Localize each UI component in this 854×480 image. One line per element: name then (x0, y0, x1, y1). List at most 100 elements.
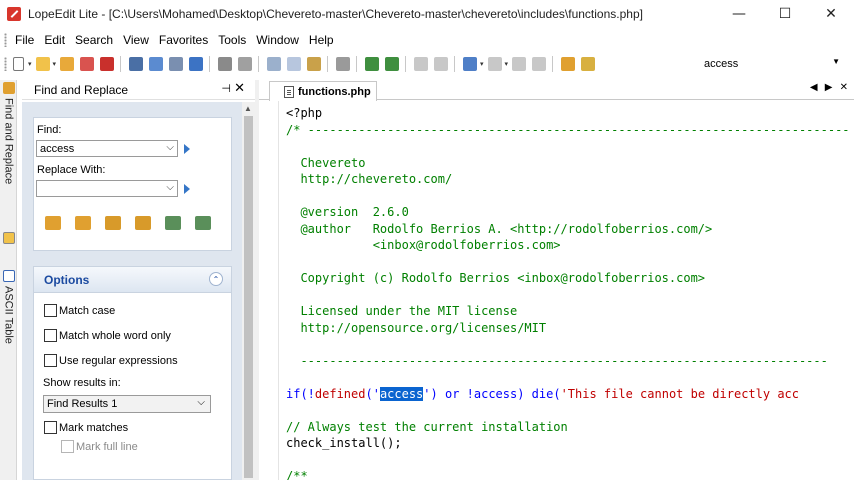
close-window-button[interactable]: ✕ (808, 0, 854, 28)
menu-search[interactable]: Search (75, 33, 113, 47)
replace-input[interactable]: ⌵ (36, 180, 178, 197)
clear-bookmarks-icon[interactable] (530, 55, 548, 73)
quick-search-value[interactable]: access (704, 58, 738, 70)
bookmark-dropdown-icon[interactable]: ▾ (480, 60, 484, 68)
project-icon[interactable] (187, 55, 205, 73)
panel-scrollbar[interactable]: ▲ (242, 102, 255, 480)
code-line[interactable]: /** (286, 468, 854, 480)
menu-file[interactable]: File (15, 33, 34, 47)
code-line[interactable]: // Always test the current installation (286, 419, 854, 436)
code-line[interactable] (286, 138, 854, 155)
code-line[interactable]: ----------------------------------------… (286, 353, 854, 370)
minimize-button[interactable]: — (716, 0, 762, 28)
code-editor[interactable]: <?php /* --------------------------------… (259, 101, 854, 480)
save-icon[interactable] (127, 55, 145, 73)
replace-next-icon[interactable] (165, 216, 181, 230)
save-all-icon[interactable] (167, 55, 185, 73)
use-regex-checkbox[interactable] (44, 354, 57, 367)
open-icon[interactable] (34, 55, 52, 73)
toolbar-grip-icon[interactable] (4, 57, 7, 71)
collapse-icon[interactable]: ⌃ (209, 272, 223, 286)
bookmark-icon[interactable] (461, 55, 479, 73)
quick-search-combo[interactable]: access ▼ (704, 55, 844, 73)
code-line[interactable]: if(!defined('access') or !access) die('T… (286, 386, 854, 403)
print-icon[interactable] (216, 55, 234, 73)
scrollbar-thumb[interactable] (244, 116, 253, 478)
code-line[interactable]: Licensed under the MIT license (286, 303, 854, 320)
code-line[interactable]: Chevereto (286, 155, 854, 172)
tab-navigation-controls[interactable]: ◀ ▶ ✕ (810, 82, 850, 93)
show-results-select[interactable]: Find Results 1 ⌵ (43, 395, 211, 413)
match-whole-word-checkbox[interactable] (44, 329, 57, 342)
cut-icon[interactable] (265, 55, 283, 73)
prev-bookmark-icon[interactable] (510, 55, 528, 73)
code-line[interactable] (286, 336, 854, 353)
tab-find-and-replace[interactable]: Find and Replace (1, 82, 16, 184)
chevron-down-icon[interactable]: ▼ (832, 57, 840, 66)
open-folder-icon[interactable] (58, 55, 76, 73)
chevron-down-icon[interactable]: ⌵ (197, 397, 205, 408)
find-icon[interactable] (559, 55, 577, 73)
code-line[interactable] (286, 369, 854, 386)
tab-functions-php[interactable]: functions.php (269, 81, 377, 101)
indent-icon[interactable] (363, 55, 381, 73)
code-line[interactable] (286, 188, 854, 205)
code-line[interactable]: check_install(); (286, 435, 854, 452)
code-line[interactable]: http://opensource.org/licenses/MIT (286, 320, 854, 337)
close-panel-button[interactable]: ✕ (234, 81, 245, 96)
find-in-files-icon[interactable] (579, 55, 597, 73)
outdent-icon[interactable] (383, 55, 401, 73)
scroll-up-icon[interactable]: ▲ (244, 104, 252, 113)
find-input-value[interactable]: access (40, 143, 74, 155)
code-line[interactable]: <inbox@rodolfoberrios.com> (286, 237, 854, 254)
code-line[interactable] (286, 402, 854, 419)
code-line[interactable]: @version 2.6.0 (286, 204, 854, 221)
options-header[interactable]: Options ⌃ (34, 267, 231, 293)
save-as-icon[interactable] (147, 55, 165, 73)
find-next-icon[interactable] (45, 216, 61, 230)
pin-icon[interactable]: ⊣ (221, 82, 231, 95)
replace-all-icon[interactable] (195, 216, 211, 230)
chevron-down-icon[interactable]: ⌵ (166, 142, 174, 153)
close-all-icon[interactable] (98, 55, 116, 73)
menu-edit[interactable]: Edit (44, 33, 65, 47)
close-icon[interactable] (78, 55, 96, 73)
code-line[interactable]: Copyright (c) Rodolfo Berrios <inbox@rod… (286, 270, 854, 287)
code-line[interactable]: @author Rodolfo Berrios A. <http://rodol… (286, 221, 854, 238)
match-case-option[interactable]: Match case (44, 304, 115, 317)
maximize-button[interactable]: ☐ (762, 0, 808, 28)
undo-icon[interactable] (412, 55, 430, 73)
find-all-icon[interactable] (105, 216, 121, 230)
chevron-down-icon[interactable]: ⌵ (166, 182, 174, 193)
tab-favorites[interactable] (1, 232, 16, 244)
mark-matches-option[interactable]: Mark matches (44, 421, 128, 434)
use-regex-option[interactable]: Use regular expressions (44, 354, 178, 367)
code-content[interactable]: <?php /* --------------------------------… (286, 105, 854, 480)
open-dropdown-icon[interactable]: ▾ (53, 60, 57, 68)
menu-grip-icon[interactable] (4, 33, 7, 47)
code-line[interactable]: /* -------------------------------------… (286, 122, 854, 139)
menu-favorites[interactable]: Favorites (159, 33, 208, 47)
menu-tools[interactable]: Tools (218, 33, 246, 47)
copy-icon[interactable] (285, 55, 303, 73)
code-line[interactable]: http://chevereto.com/ (286, 171, 854, 188)
redo-icon[interactable] (432, 55, 450, 73)
match-whole-word-option[interactable]: Match whole word only (44, 329, 171, 342)
menu-view[interactable]: View (123, 33, 149, 47)
find-previous-icon[interactable] (75, 216, 91, 230)
code-line[interactable] (286, 254, 854, 271)
replace-icon[interactable] (135, 216, 151, 230)
find-next-arrow-icon[interactable] (184, 144, 190, 154)
menu-help[interactable]: Help (309, 33, 334, 47)
select-all-icon[interactable] (334, 55, 352, 73)
mark-matches-checkbox[interactable] (44, 421, 57, 434)
next-bookmark-dropdown-icon[interactable]: ▾ (505, 60, 509, 68)
code-line[interactable]: <?php (286, 105, 854, 122)
code-line[interactable] (286, 287, 854, 304)
print-preview-icon[interactable] (236, 55, 254, 73)
new-file-dropdown-icon[interactable]: ▾ (28, 60, 32, 68)
find-input[interactable]: access ⌵ (36, 140, 178, 157)
menu-window[interactable]: Window (256, 33, 299, 47)
match-case-checkbox[interactable] (44, 304, 57, 317)
paste-icon[interactable] (305, 55, 323, 73)
